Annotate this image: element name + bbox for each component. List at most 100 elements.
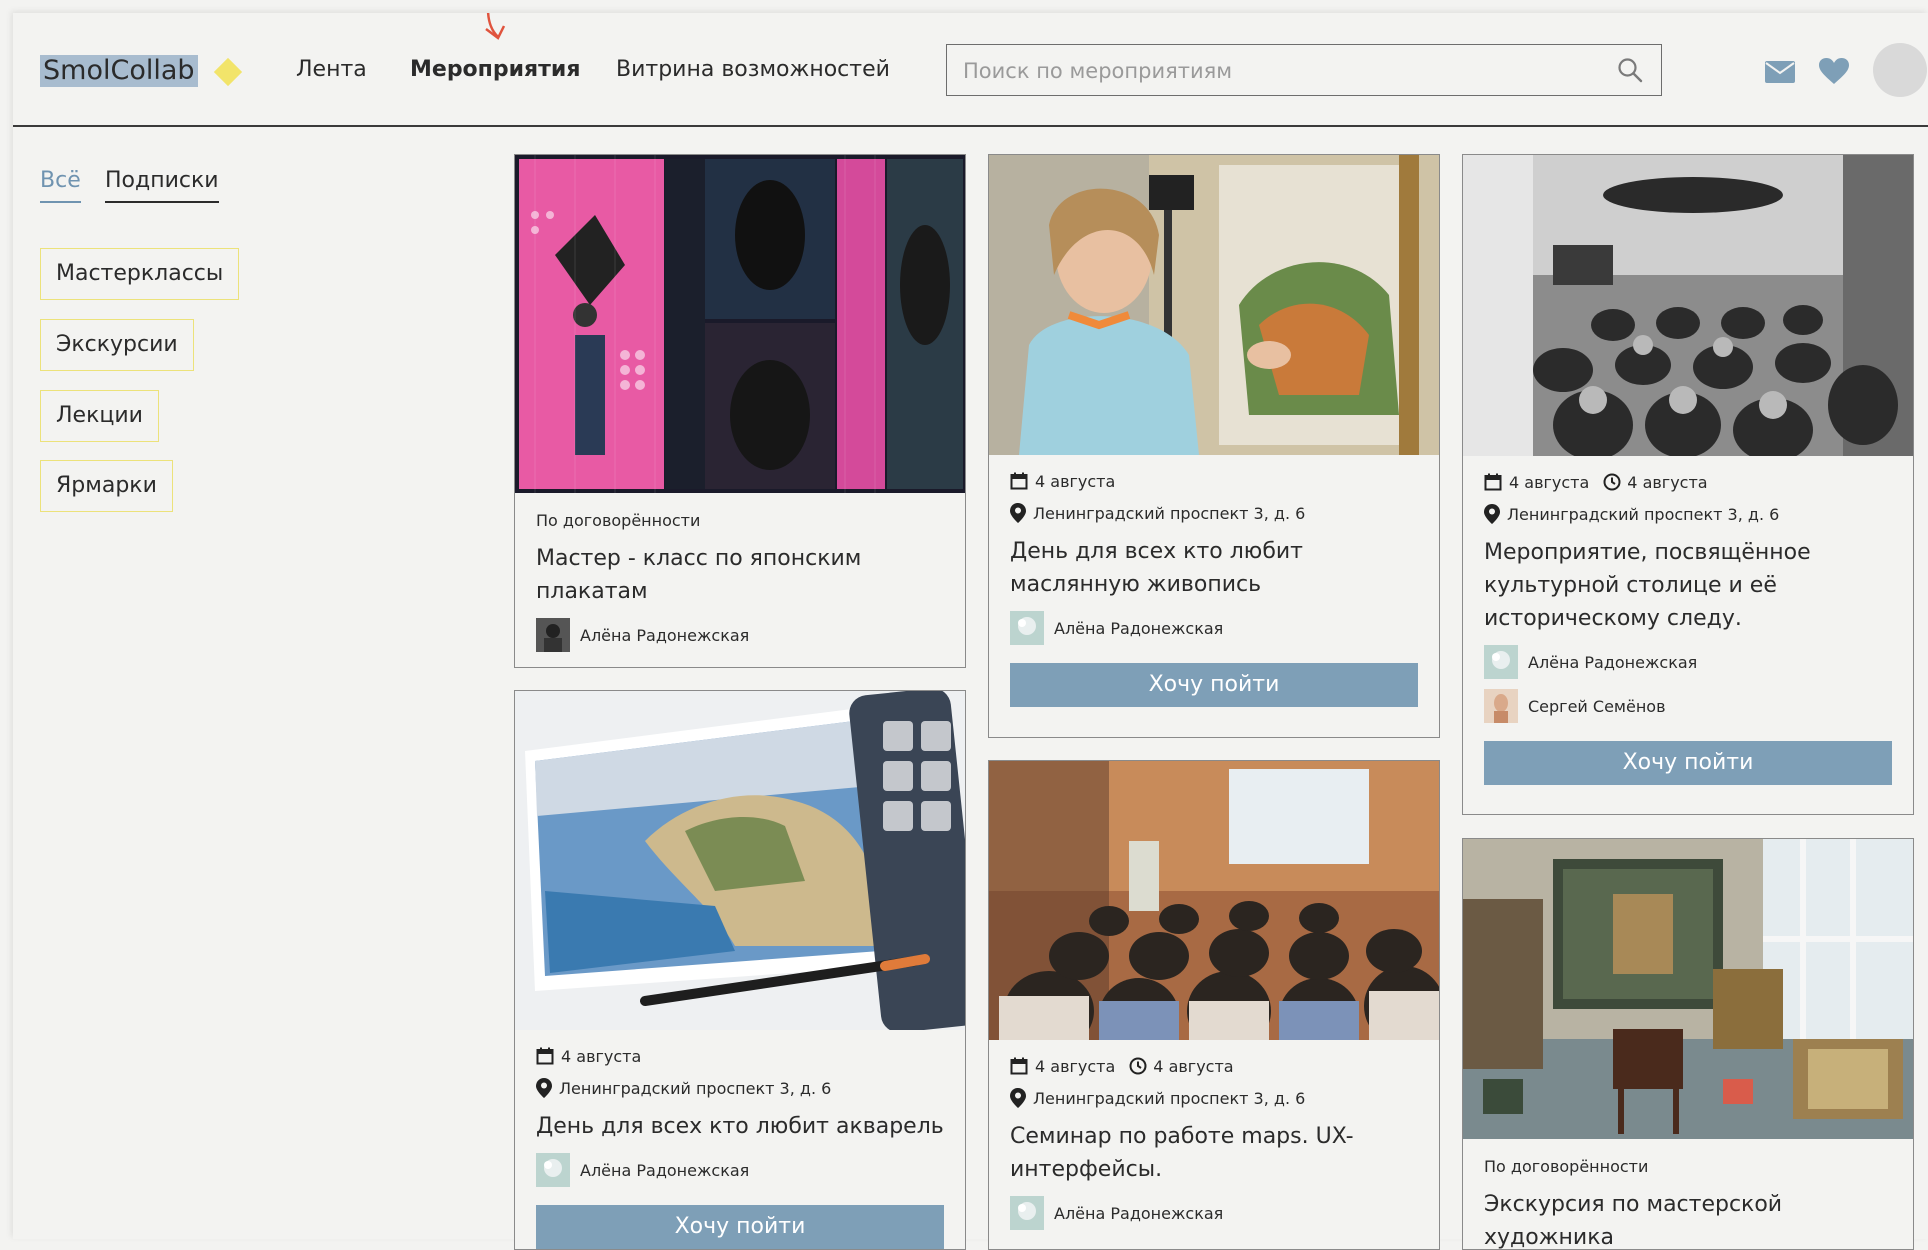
event-title-line: плакатам <box>536 579 648 604</box>
event-image <box>1463 155 1913 456</box>
author-name: Алёна Радонежская <box>580 1160 750 1180</box>
event-address-text: Ленинградский проспект 3, д. 6 <box>1507 504 1780 524</box>
event-date-text: 4 августа <box>561 1046 642 1066</box>
event-card-cultural-capital[interactable]: 4 августа 4 августа Ленинградский проспе… <box>1462 154 1914 815</box>
category-fairs[interactable]: Ярмарки <box>40 460 173 512</box>
search-bar <box>946 44 1662 96</box>
category-excursions[interactable]: Экскурсии <box>40 319 194 371</box>
event-image <box>989 155 1439 455</box>
event-address: Ленинградский проспект 3, д. 6 <box>1484 504 1892 524</box>
author-name: Алёна Радонежская <box>1528 652 1698 672</box>
event-time-text: 4 августа <box>1627 472 1708 492</box>
event-date: 4 августа <box>536 1046 944 1066</box>
event-author[interactable]: Алёна Радонежская <box>536 618 944 652</box>
category-lectures[interactable]: Лекции <box>40 390 159 442</box>
calendar-icon <box>536 1047 554 1065</box>
event-title-line: интерфейсы. <box>1010 1157 1163 1182</box>
author-name: Алёна Радонежская <box>1054 1203 1224 1223</box>
location-pin-icon <box>1010 1088 1026 1108</box>
event-address-text: Ленинградский проспект 3, д. 6 <box>1033 503 1306 523</box>
author-avatar <box>536 618 570 652</box>
event-title-line: День для всех кто любит акварель <box>536 1114 944 1139</box>
user-avatar[interactable] <box>1873 43 1927 97</box>
event-card-artist-studio[interactable]: По договорённости Экскурсия по мастерско… <box>1462 838 1914 1250</box>
tab-subscriptions[interactable]: Подписки <box>105 168 219 203</box>
logo[interactable]: SmolCollab <box>40 55 198 87</box>
event-address-text: Ленинградский проспект 3, д. 6 <box>1033 1088 1306 1108</box>
event-author[interactable]: Алёна Радонежская <box>1010 1196 1418 1230</box>
event-author[interactable]: Алёна Радонежская <box>1484 645 1892 679</box>
event-title-line: Семинар по работе maps. UX- <box>1010 1124 1354 1149</box>
event-title[interactable]: Семинар по работе maps. UX- интерфейсы. <box>1010 1120 1418 1186</box>
event-date-text: 4 августа <box>1035 1056 1116 1076</box>
event-title[interactable]: Мероприятие, посвящённое культурной стол… <box>1484 536 1892 635</box>
event-author[interactable]: Алёна Радонежская <box>536 1153 944 1187</box>
tab-all[interactable]: Всё <box>40 168 81 203</box>
location-pin-icon <box>1484 504 1500 524</box>
event-title-line: историческому следу. <box>1484 606 1742 631</box>
nav-events[interactable]: Мероприятия <box>410 57 580 82</box>
event-title-line: Мастер - класс по японским <box>536 546 862 571</box>
author-avatar <box>536 1153 570 1187</box>
event-image <box>515 691 965 1030</box>
calendar-icon <box>1484 473 1502 491</box>
event-card-oil-painting[interactable]: 4 августа Ленинградский проспект 3, д. 6… <box>988 154 1440 738</box>
event-price: По договорённости <box>1484 1157 1649 1176</box>
heart-icon[interactable] <box>1819 58 1849 85</box>
event-title-line: маслянную живопись <box>1010 572 1262 597</box>
annotation-arrow-icon <box>485 13 506 40</box>
author-name: Алёна Радонежская <box>1054 618 1224 638</box>
location-pin-icon <box>1010 503 1026 523</box>
event-address: Ленинградский проспект 3, д. 6 <box>1010 1088 1418 1108</box>
event-address-text: Ленинградский проспект 3, д. 6 <box>559 1078 832 1098</box>
want-to-go-button[interactable]: Хочу пойти <box>1484 741 1892 785</box>
location-pin-icon <box>536 1078 552 1098</box>
event-title[interactable]: День для всех кто любит акварель <box>536 1110 944 1143</box>
calendar-icon <box>1010 472 1028 490</box>
author-avatar <box>1484 689 1518 723</box>
event-author[interactable]: Алёна Радонежская <box>1010 611 1418 645</box>
event-author[interactable]: Сергей Семёнов <box>1484 689 1892 723</box>
mail-icon[interactable] <box>1765 61 1795 83</box>
logo-diamond-icon <box>213 57 243 87</box>
author-avatar <box>1484 645 1518 679</box>
event-address: Ленинградский проспект 3, д. 6 <box>536 1078 944 1098</box>
nav-feed[interactable]: Лента <box>296 57 367 82</box>
author-avatar <box>1010 1196 1044 1230</box>
event-title[interactable]: Экскурсия по мастерской художника <box>1484 1188 1892 1250</box>
event-image <box>989 761 1439 1040</box>
event-title-line: День для всех кто любит <box>1010 539 1303 564</box>
search-input[interactable] <box>961 45 1585 96</box>
event-card-japanese-posters[interactable]: По договорённости Мастер - класс по япон… <box>514 154 966 668</box>
event-date-text: 4 августа <box>1509 472 1590 492</box>
event-title[interactable]: Мастер - класс по японским плакатам <box>536 542 944 608</box>
event-price: По договорённости <box>536 511 701 530</box>
author-avatar <box>1010 611 1044 645</box>
top-navigation-bar: SmolCollab Лента Мероприятия Витрина воз… <box>13 13 1928 127</box>
event-card-ux-seminar[interactable]: 4 августа 4 августа Ленинградский проспе… <box>988 760 1440 1250</box>
event-title-line: Экскурсия по мастерской <box>1484 1192 1783 1217</box>
calendar-icon <box>1010 1057 1028 1075</box>
event-date-text: 4 августа <box>1035 471 1116 491</box>
category-masterclasses[interactable]: Мастерклассы <box>40 248 240 300</box>
event-date: 4 августа 4 августа <box>1484 472 1892 492</box>
want-to-go-button[interactable]: Хочу пойти <box>536 1205 944 1249</box>
event-date: 4 августа <box>1010 471 1418 491</box>
nav-showcase[interactable]: Витрина возможностей <box>616 57 890 82</box>
event-title-line: Мероприятие, посвящённое <box>1484 540 1811 565</box>
event-address: Ленинградский проспект 3, д. 6 <box>1010 503 1418 523</box>
event-time-text: 4 августа <box>1153 1056 1234 1076</box>
author-name: Алёна Радонежская <box>580 625 750 645</box>
event-title[interactable]: День для всех кто любит маслянную живопи… <box>1010 535 1418 601</box>
event-image <box>1463 839 1913 1139</box>
event-card-watercolor[interactable]: 4 августа Ленинградский проспект 3, д. 6… <box>514 690 966 1250</box>
clock-icon <box>1603 473 1621 491</box>
event-title-line: художника <box>1484 1225 1614 1250</box>
clock-icon <box>1129 1057 1147 1075</box>
event-image <box>515 155 965 493</box>
want-to-go-button[interactable]: Хочу пойти <box>1010 663 1418 707</box>
event-title-line: культурной столице и её <box>1484 573 1777 598</box>
author-name: Сергей Семёнов <box>1528 696 1666 716</box>
search-icon[interactable] <box>1617 57 1643 83</box>
event-date: 4 августа 4 августа <box>1010 1056 1418 1076</box>
